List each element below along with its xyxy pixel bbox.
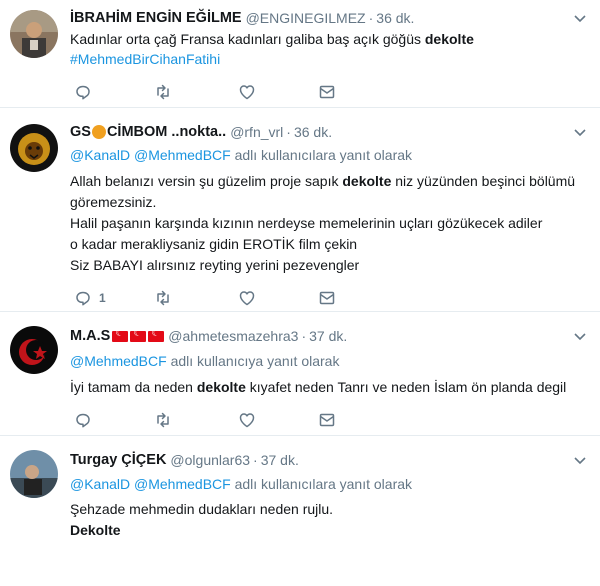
reply-icon bbox=[76, 413, 90, 428]
chevron-down-icon[interactable] bbox=[572, 10, 588, 26]
chevron-down-icon[interactable] bbox=[572, 124, 588, 140]
turkish-flag-icon bbox=[112, 328, 129, 342]
turkish-flag-icon bbox=[130, 328, 147, 342]
avatar[interactable] bbox=[10, 326, 58, 374]
like-icon bbox=[239, 85, 255, 100]
tweet-text: Kadınlar orta çağ Fransa kadınları galib… bbox=[70, 31, 474, 47]
reply-button[interactable] bbox=[74, 82, 99, 102]
reply-context: @KanalD @MehmedBCF adlı kullanıcılara ya… bbox=[70, 147, 413, 163]
reply-context: @KanalD @MehmedBCF adlı kullanıcılara ya… bbox=[70, 476, 413, 492]
reply-button[interactable] bbox=[74, 410, 99, 430]
turkish-flag-icon bbox=[148, 328, 165, 342]
retweet-icon bbox=[157, 412, 169, 428]
retweet-icon bbox=[157, 84, 169, 100]
tweet-text: o kadar merakliysaniz gidin EROTİK film … bbox=[70, 236, 358, 252]
mention-link[interactable]: @MehmedBCF bbox=[70, 353, 167, 369]
message-button[interactable] bbox=[318, 410, 336, 430]
tweet-header: Turgay ÇİÇEK @olgunlar63 · 37 dk. bbox=[70, 450, 570, 470]
tweet-1[interactable]: İBRAHİM ENGİN EĞİLME @ENGINEGILMEZ · 36 … bbox=[0, 0, 600, 108]
timestamp[interactable]: 36 dk. bbox=[294, 124, 332, 140]
reply-count: 1 bbox=[99, 291, 106, 305]
like-button[interactable] bbox=[238, 288, 256, 308]
user-handle[interactable]: @ahmetesmazehra3 bbox=[168, 328, 298, 344]
user-handle[interactable]: @rfn_vrl bbox=[230, 124, 283, 140]
message-icon bbox=[319, 291, 335, 305]
user-handle[interactable]: @olgunlar63 bbox=[170, 452, 250, 468]
tweet-text: Halil paşanın karşında kızının nerdeyse … bbox=[70, 215, 543, 231]
tweet-text: İyi tamam da neden dekolte kıyafet neden… bbox=[70, 379, 567, 395]
tweet-header: M.A.S @ahmetesmazehra3 · 37 dk. bbox=[70, 326, 570, 346]
highlight-keyword: Dekolte bbox=[70, 522, 121, 538]
retweet-button[interactable] bbox=[154, 410, 172, 430]
tweet-2[interactable]: GS CİMBOM ..nokta.. @rfn_vrl · 36 dk. @Ka… bbox=[0, 108, 600, 312]
separator-dot: · bbox=[253, 452, 258, 468]
tweet-text: göremezsiniz. bbox=[70, 194, 157, 210]
timestamp[interactable]: 36 dk. bbox=[376, 10, 414, 26]
tweet-header: GS CİMBOM ..nokta.. @rfn_vrl · 36 dk. bbox=[70, 122, 570, 142]
display-name[interactable]: İBRAHİM ENGİN EĞİLME bbox=[70, 10, 242, 26]
user-handle[interactable]: @ENGINEGILMEZ bbox=[246, 10, 366, 26]
mention-link[interactable]: @KanalD @MehmedBCF bbox=[70, 476, 231, 492]
lion-emoji-icon bbox=[91, 125, 106, 140]
highlight-keyword: dekolte bbox=[342, 173, 392, 189]
message-icon bbox=[319, 85, 335, 99]
separator-dot: · bbox=[286, 124, 291, 140]
tweet-actions: 1 bbox=[70, 288, 370, 308]
tweet-header: İBRAHİM ENGİN EĞİLME @ENGINEGILMEZ · 36 … bbox=[70, 8, 570, 28]
reply-context: @MehmedBCF adlı kullanıcıya yanıt olarak bbox=[70, 353, 340, 369]
avatar[interactable] bbox=[10, 450, 58, 498]
avatar[interactable] bbox=[10, 10, 58, 58]
tweet-3[interactable]: M.A.S @ahmetesmazehra3 · 37 dk. @MehmedB… bbox=[0, 312, 600, 436]
display-name[interactable]: Turgay ÇİÇEK bbox=[70, 452, 166, 468]
chevron-down-icon[interactable] bbox=[572, 452, 588, 468]
message-icon bbox=[319, 413, 335, 427]
display-name[interactable]: GS CİMBOM ..nokta.. bbox=[70, 124, 226, 140]
chevron-down-icon[interactable] bbox=[572, 328, 588, 344]
tweet-4[interactable]: Turgay ÇİÇEK @olgunlar63 · 37 dk. @Kanal… bbox=[0, 436, 600, 586]
highlight-keyword: dekolte bbox=[196, 379, 246, 395]
reply-icon bbox=[76, 291, 90, 306]
tweet-actions bbox=[70, 410, 370, 430]
message-button[interactable] bbox=[318, 82, 336, 102]
like-button[interactable] bbox=[238, 410, 256, 430]
mention-link[interactable]: @KanalD @MehmedBCF bbox=[70, 147, 231, 163]
highlight-keyword: dekolte bbox=[424, 31, 474, 47]
like-icon bbox=[239, 413, 255, 428]
separator-dot: · bbox=[301, 328, 307, 344]
reply-icon bbox=[76, 85, 90, 100]
tweet-actions bbox=[70, 82, 370, 102]
like-icon bbox=[239, 291, 255, 306]
message-button[interactable] bbox=[318, 288, 336, 308]
reply-button[interactable]: 1 bbox=[74, 288, 106, 308]
turkish-flag-icons bbox=[112, 328, 165, 342]
hashtag-link[interactable]: #MehmedBirCihanFatihi bbox=[70, 50, 580, 68]
tweet-text: Şehzade mehmedin dudakları neden rujlu. bbox=[70, 501, 334, 517]
separator-dot: · bbox=[368, 10, 374, 26]
avatar[interactable] bbox=[10, 124, 58, 172]
like-button[interactable] bbox=[238, 82, 256, 102]
retweet-icon bbox=[157, 290, 169, 306]
timestamp[interactable]: 37 dk. bbox=[261, 452, 299, 468]
retweet-button[interactable] bbox=[154, 82, 172, 102]
tweet-text: Siz BABAYI alırsınız reyting yerini peze… bbox=[70, 257, 360, 273]
display-name[interactable]: M.A.S bbox=[70, 328, 110, 344]
tweet-text: Allah belanızı versin şu güzelim proje s… bbox=[70, 173, 576, 189]
retweet-button[interactable] bbox=[154, 288, 172, 308]
timestamp[interactable]: 37 dk. bbox=[309, 328, 347, 344]
